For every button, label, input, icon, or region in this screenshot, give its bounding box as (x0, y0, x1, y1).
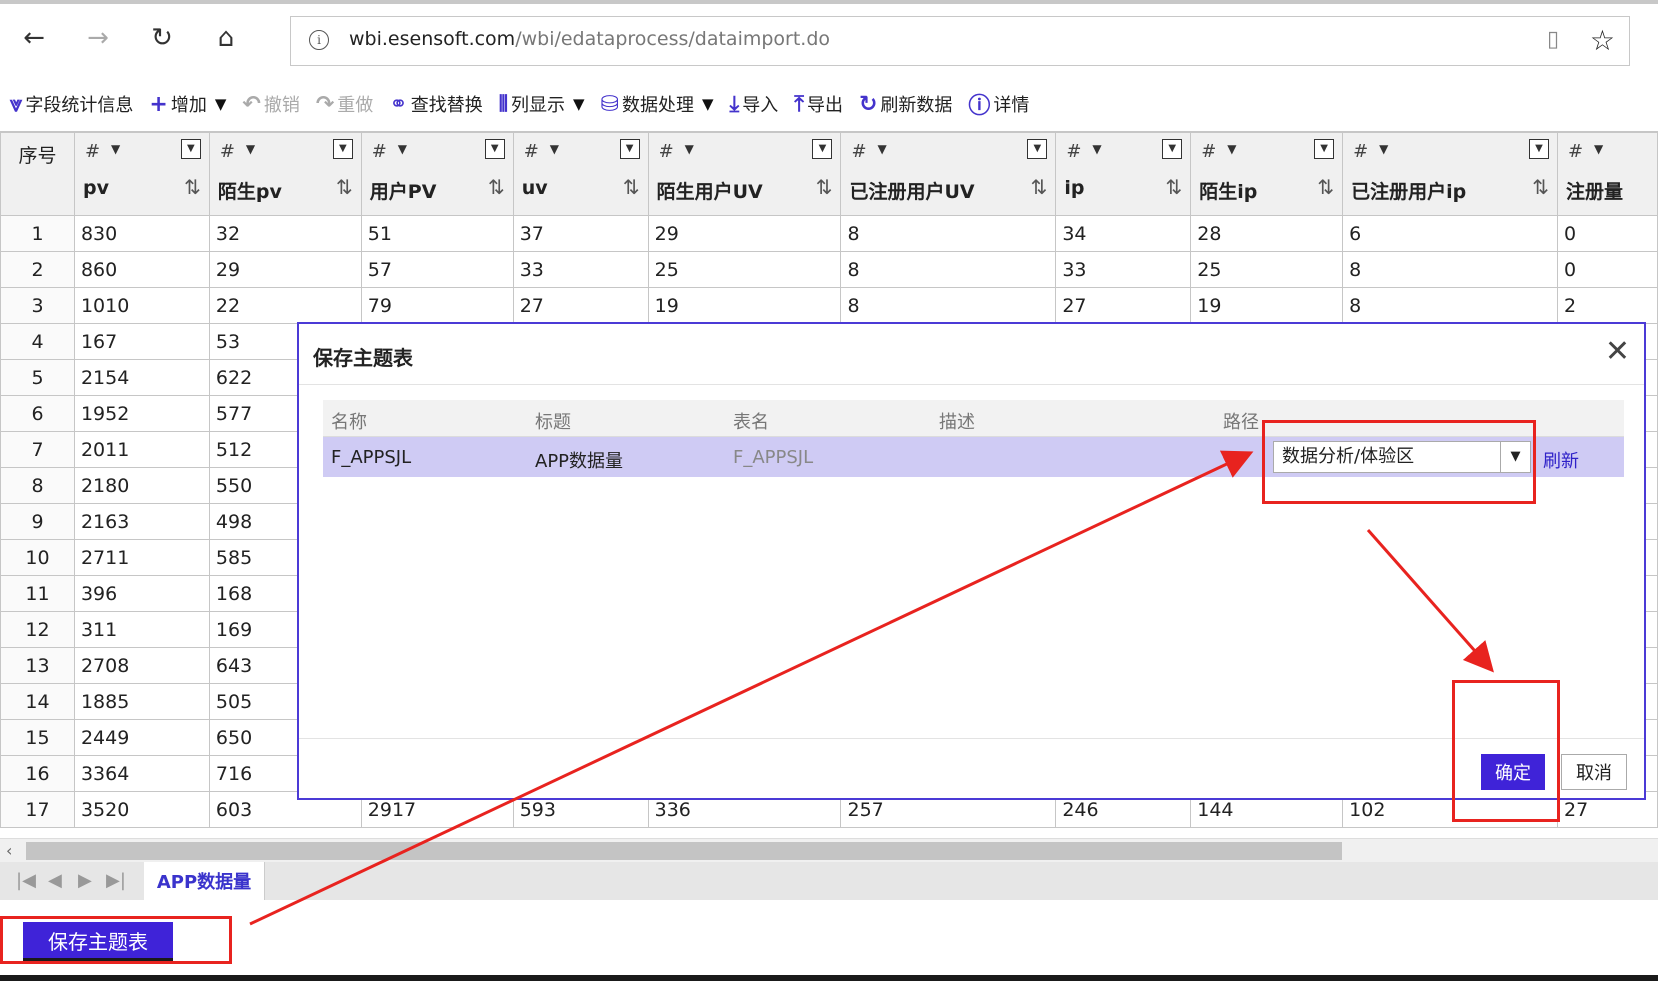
arrow-to-path (249, 450, 1254, 926)
annotation-arrows (249, 450, 1494, 926)
arrow-to-ok (1366, 529, 1494, 673)
